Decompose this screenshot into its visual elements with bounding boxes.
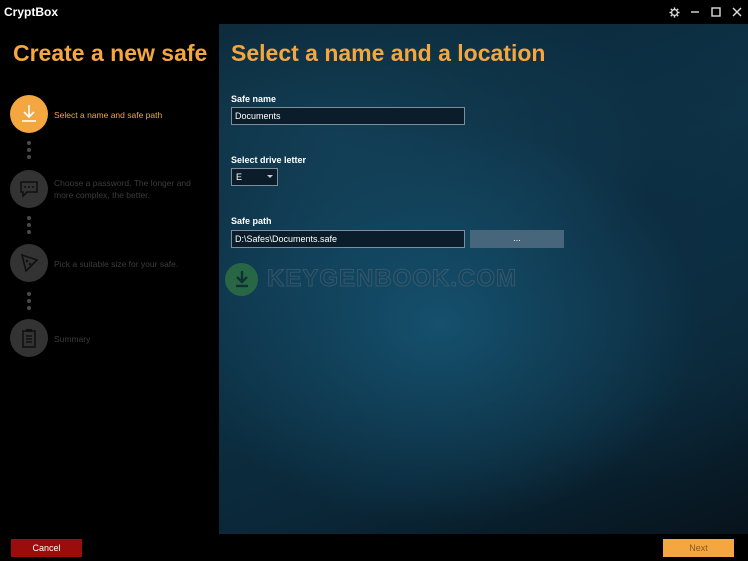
clipboard-icon — [10, 319, 48, 357]
maximize-icon[interactable] — [707, 3, 725, 21]
download-icon — [225, 262, 258, 296]
step-summary[interactable]: Summary — [10, 319, 215, 359]
footer: Cancel Next — [0, 534, 748, 561]
minimize-icon[interactable] — [686, 3, 704, 21]
sidebar-title: Create a new safe — [13, 40, 208, 66]
step-connector — [27, 292, 31, 313]
gear-icon[interactable] — [665, 3, 683, 21]
step-size[interactable]: Pick a suitable size for your safe. — [10, 244, 215, 284]
watermark-text: KEYGENBOOK.COM — [266, 265, 518, 293]
drive-letter-value: E — [236, 172, 243, 182]
step-name-and-path[interactable]: Select a name and safe path — [10, 95, 215, 135]
step-label: Select a name and safe path — [54, 110, 163, 120]
app-title: CryptBox — [4, 5, 59, 19]
drive-letter-select[interactable]: E — [231, 168, 278, 186]
title-bar: CryptBox — [0, 0, 748, 24]
chat-bubble-icon — [10, 170, 48, 208]
safe-path-label: Safe path — [231, 216, 272, 226]
step-label: Choose a password. The longer and more c… — [54, 178, 191, 200]
download-icon — [10, 95, 48, 133]
safe-name-input[interactable]: Documents — [231, 107, 465, 125]
watermark: KEYGENBOOK.COM — [225, 262, 517, 296]
step-label: Pick a suitable size for your safe. — [54, 259, 179, 269]
step-password[interactable]: Choose a password. The longer and more c… — [10, 170, 215, 210]
close-icon[interactable] — [728, 3, 746, 21]
drive-letter-label: Select drive letter — [231, 155, 307, 165]
next-button[interactable]: Next — [663, 539, 734, 557]
page-title: Select a name and a location — [231, 40, 546, 66]
safe-path-input[interactable]: D:\Safes\Documents.safe — [231, 230, 465, 248]
step-connector — [27, 141, 31, 162]
step-connector — [27, 216, 31, 237]
wizard-sidebar: Create a new safe Select a name and safe… — [0, 24, 219, 534]
browse-button[interactable]: ... — [470, 230, 564, 248]
cancel-button[interactable]: Cancel — [11, 539, 82, 557]
chevron-down-icon — [267, 175, 273, 178]
safe-name-label: Safe name — [231, 94, 277, 104]
pizza-slice-icon — [10, 244, 48, 282]
step-label: Summary — [54, 334, 91, 344]
